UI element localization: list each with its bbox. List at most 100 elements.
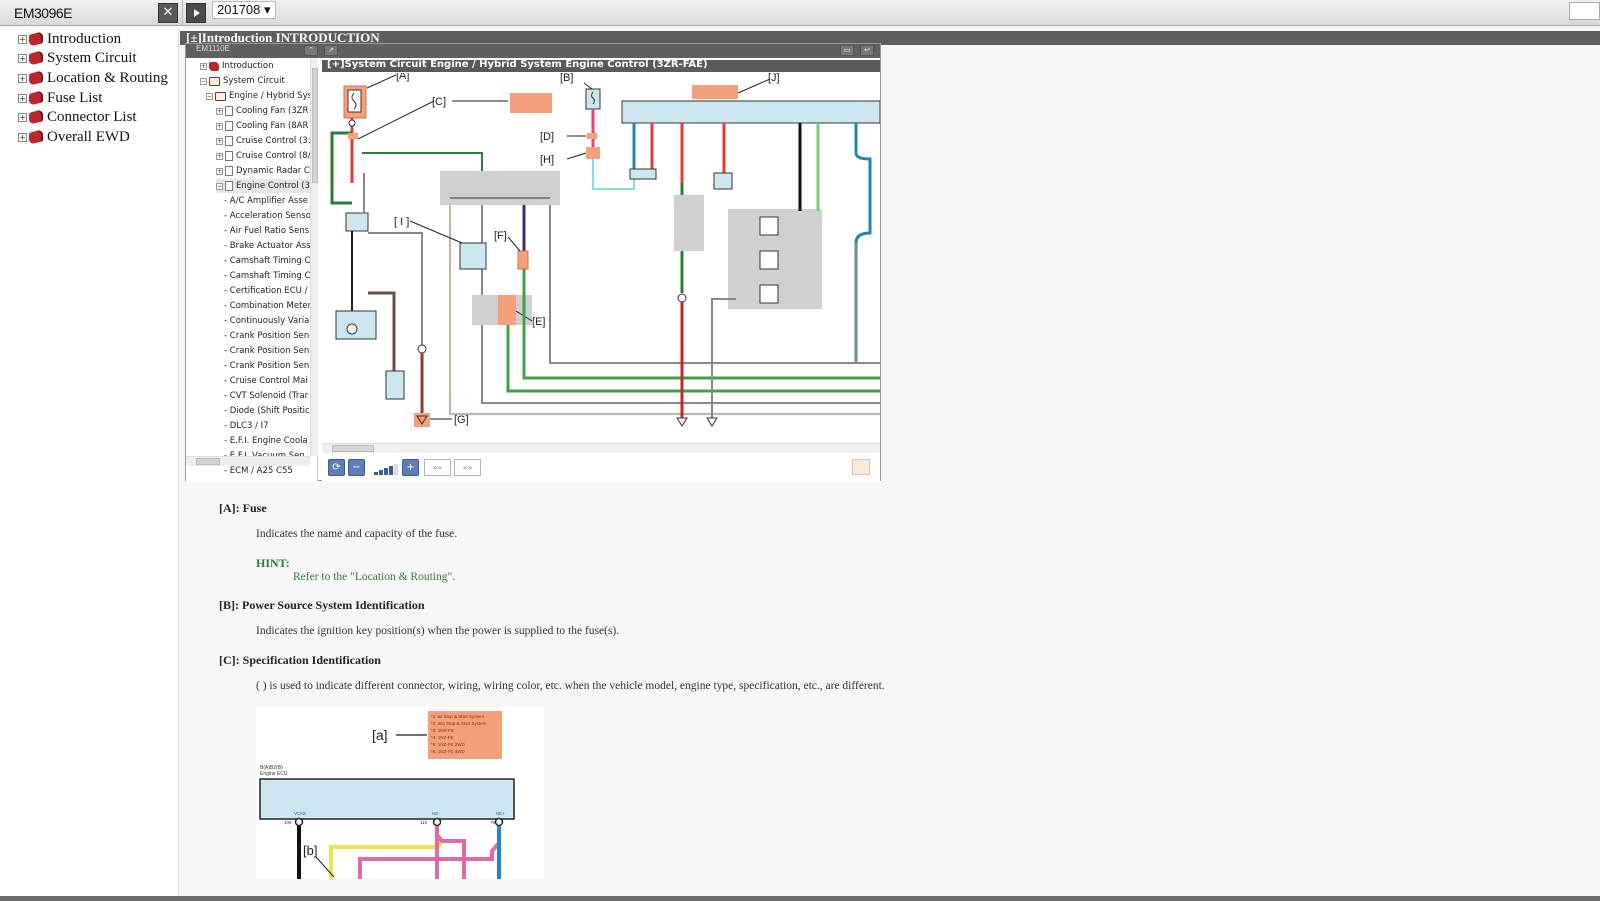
- tree-item: - Camshaft Timing C: [224, 269, 310, 283]
- tree-item-label: Introduction: [222, 61, 274, 71]
- embed-topbar: EM1110E ⌃ ↗ ▭ ↩: [186, 44, 880, 58]
- ecu-name-label: Engine ECU: [260, 771, 288, 777]
- scroll-thumb: [312, 68, 318, 183]
- callout-i: [ I ]: [394, 216, 409, 228]
- tree-item: - A/C Amplifier Asse: [224, 194, 308, 208]
- nav-item-label: Introduction: [47, 30, 122, 47]
- tree-item: − Engine / Hybrid Sys: [206, 89, 312, 103]
- embed-title: EM1110E: [196, 44, 230, 53]
- tree-item: - Crank Position Sen: [224, 344, 309, 358]
- expand-icon[interactable]: +: [18, 132, 27, 142]
- tree-item: + Introduction: [200, 59, 273, 73]
- tree-item: - E.F.I. Engine Coola: [224, 434, 308, 448]
- play-button[interactable]: [186, 3, 206, 23]
- tree-item: - Acceleration Senso: [224, 209, 311, 223]
- app-title: EM3096E: [14, 5, 72, 21]
- section-text-c: ( ) is used to indicate different connec…: [256, 680, 885, 692]
- nav-item-system-circuit[interactable]: + System Circuit: [18, 48, 137, 68]
- tree-item: - Camshaft Timing C: [224, 254, 310, 268]
- document-icon: [225, 136, 233, 146]
- tree-item: - Combination Meter: [224, 299, 311, 313]
- section-text-b: Indicates the ignition key position(s) w…: [256, 625, 620, 637]
- tree-item: - Cruise Control Mai: [224, 374, 308, 388]
- collapse-icon: −: [216, 182, 223, 190]
- tree-item-label: - Air Fuel Ratio Sens: [224, 226, 310, 236]
- back-icon: ↩: [860, 45, 874, 56]
- nav-item-label: System Circuit: [47, 49, 137, 66]
- expand-icon[interactable]: +: [18, 53, 27, 63]
- book-icon: [29, 90, 43, 106]
- expand-icon[interactable]: +: [18, 73, 27, 83]
- diagram-horizontal-scrollbar[interactable]: [322, 443, 880, 453]
- top-toolbar: EM3096E ✕ 201708 ▾: [0, 0, 1600, 26]
- callout-e: [E]: [532, 316, 545, 328]
- left-nav-tree: + Introduction + System Circuit + Locati…: [0, 27, 179, 901]
- nav-item-overall-ewd[interactable]: + Overall EWD: [18, 127, 130, 147]
- expand-icon[interactable]: +: [18, 93, 27, 103]
- tree-item: - Certification ECU /: [224, 284, 307, 298]
- tree-item-label: - Continuously Varia: [224, 316, 310, 326]
- close-button[interactable]: ✕: [158, 3, 178, 23]
- expand-icon: +: [216, 152, 223, 160]
- nav-item-introduction[interactable]: + Introduction: [18, 29, 121, 49]
- nav-item-label: Fuse List: [47, 89, 103, 106]
- tree-item-label: Engine / Hybrid Sys: [229, 91, 313, 101]
- zoom-level-step: [379, 470, 383, 475]
- callout-c: [C]: [432, 96, 446, 108]
- battery-component: [385, 370, 405, 400]
- zoom-in-button: +: [402, 459, 419, 476]
- collapse-button: ⌃: [304, 45, 318, 56]
- tree-item-label: - Crank Position Sen: [224, 361, 310, 371]
- tree-item-label: - Camshaft Timing C: [224, 271, 311, 281]
- scroll-thumb[interactable]: [332, 445, 374, 452]
- spec-line: *1: w/ Stop & Start System: [431, 714, 484, 719]
- tree-item: - Diode (Shift Positic: [224, 404, 310, 418]
- expand-icon[interactable]: +: [18, 112, 27, 122]
- tree-item-label: Cooling Fan (8AR: [236, 121, 309, 131]
- tree-item: - CVT Solenoid (Trar: [224, 389, 308, 403]
- open-book-icon: [209, 76, 220, 86]
- expand-icon[interactable]: +: [18, 34, 27, 44]
- tree-item: + Cooling Fan (3ZR: [216, 104, 308, 118]
- version-select[interactable]: 201708 ▾: [212, 1, 276, 19]
- tree-horizontal-scrollbar: [186, 456, 310, 466]
- zoom-level-step: [394, 464, 398, 475]
- tree-item: + Cruise Control (8/: [216, 149, 311, 163]
- search-input[interactable]: [1569, 2, 1600, 20]
- tree-item: − System Circuit: [200, 74, 285, 88]
- tree-item: - Continuously Varia: [224, 314, 309, 328]
- example-diagram: *1: w/ Stop & Start System *2: w/o Stop &…: [256, 707, 544, 879]
- nav-item-label: Location & Routing: [47, 69, 168, 86]
- hint-text[interactable]: Refer to the "Location & Routing".: [293, 571, 455, 583]
- tree-item-label: - Certification ECU /: [224, 286, 308, 296]
- tree-item-label: - Cruise Control Mai: [224, 376, 308, 386]
- open-book-icon: [215, 91, 226, 101]
- hint-label: HINT:: [256, 556, 290, 570]
- diagram-title: [+]System Circuit Engine / Hybrid System…: [327, 59, 708, 70]
- section-heading-c: [C]: Specification Identification: [219, 653, 381, 667]
- spec-line: *2: w/o Stop & Start System: [431, 721, 487, 726]
- tree-item: − Engine Control (3: [216, 179, 310, 193]
- zoom-level-step: [374, 472, 378, 475]
- nav-item-label: Connector List: [47, 108, 137, 125]
- book-icon: [29, 109, 43, 125]
- book-icon: [29, 50, 43, 66]
- zoom-level-step: [384, 468, 388, 475]
- tree-item-label: - CVT Solenoid (Trar: [224, 391, 309, 401]
- nav-item-connector-list[interactable]: + Connector List: [18, 107, 137, 127]
- pin-label: NE+: [496, 811, 505, 816]
- expand-icon: +: [216, 107, 223, 115]
- comment-icon: [852, 459, 870, 475]
- ecu-block: [621, 100, 880, 124]
- embed-tree: + Introduction − System Circuit − Engine / Hy…: [186, 58, 318, 482]
- section-text-a: Indicates the name and capacity of the f…: [256, 528, 458, 540]
- tree-item-label: System Circuit: [223, 76, 285, 86]
- ecu-note-box: [692, 85, 738, 99]
- nav-item-location-routing[interactable]: + Location & Routing: [18, 68, 168, 88]
- callout-b: [b]: [303, 843, 317, 858]
- expand-icon: +: [216, 167, 223, 175]
- document-icon: [225, 181, 233, 191]
- nav-item-fuse-list[interactable]: + Fuse List: [18, 88, 102, 108]
- tree-item-label: - ECM / A25 C55: [224, 466, 293, 476]
- callout-h: [H]: [540, 154, 554, 166]
